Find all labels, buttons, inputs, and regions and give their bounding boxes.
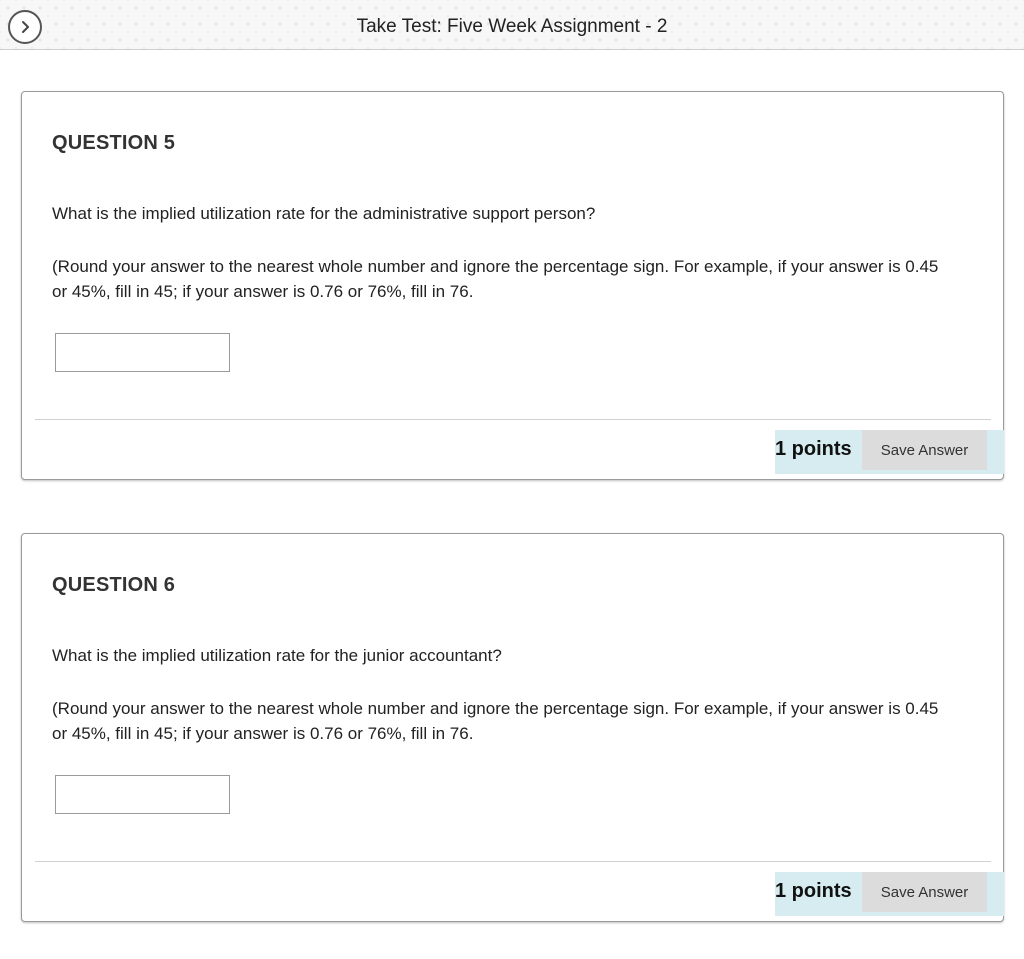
question-footer: 1 points Save Answer: [775, 430, 1004, 474]
question-card-6: QUESTION 6 What is the implied utilizati…: [21, 533, 1004, 922]
question-instruction: (Round your answer to the nearest whole …: [52, 257, 939, 301]
question-card-5: QUESTION 5 What is the implied utilizati…: [21, 91, 1004, 480]
save-answer-button[interactable]: Save Answer: [862, 430, 987, 470]
page-title: Take Test: Five Week Assignment - 2: [356, 16, 668, 37]
question-text: What is the implied utilization rate for…: [52, 204, 596, 223]
question-heading: QUESTION 6: [52, 574, 176, 596]
question-footer: 1 points Save Answer: [775, 872, 1004, 916]
points-label: 1 points: [775, 438, 852, 460]
points-label: 1 points: [775, 880, 852, 902]
question-heading: QUESTION 5: [52, 132, 176, 154]
save-answer-button[interactable]: Save Answer: [862, 872, 987, 912]
question-instruction: (Round your answer to the nearest whole …: [52, 699, 939, 743]
divider: [35, 419, 991, 420]
answer-input[interactable]: [55, 333, 230, 372]
divider: [35, 861, 991, 862]
top-bar: Take Test: Five Week Assignment - 2: [0, 0, 1024, 50]
answer-input[interactable]: [55, 775, 230, 814]
question-text: What is the implied utilization rate for…: [52, 646, 502, 665]
